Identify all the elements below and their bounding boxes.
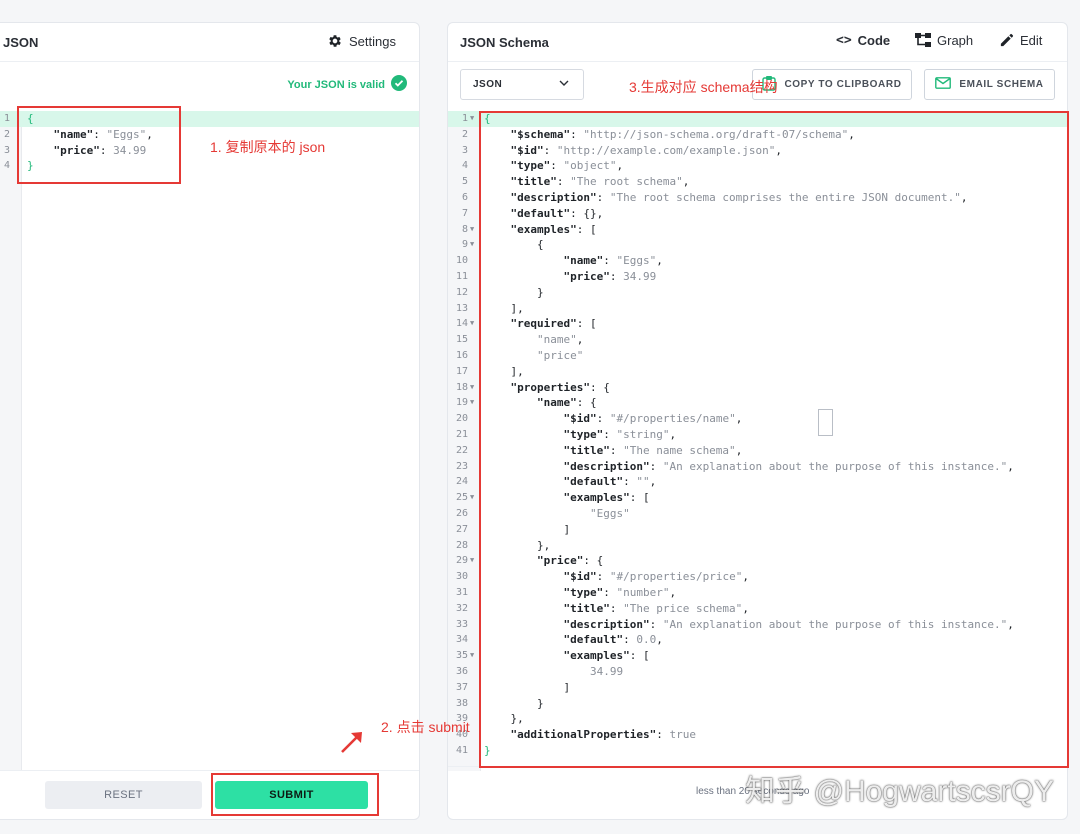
line-number: 23 — [455, 460, 468, 472]
fold-toggle-icon[interactable]: ▼ — [470, 490, 474, 506]
arrow-icon — [341, 732, 362, 753]
copy-button-label: COPY TO CLIPBOARD — [784, 79, 902, 90]
line-number: 4 — [461, 160, 468, 172]
watermark: 知乎 @HogwartscsrQY — [745, 775, 1054, 808]
line-number: 36 — [455, 666, 468, 677]
line-number: 1 — [3, 113, 10, 124]
code-tab-label: Code — [857, 33, 891, 48]
fold-toggle-icon[interactable]: ▼ — [470, 222, 474, 238]
line-number: 21 — [455, 429, 468, 440]
code-brackets-icon: <> — [836, 33, 852, 48]
reset-button[interactable]: RESET — [45, 781, 202, 809]
line-number: 2 — [3, 128, 10, 140]
line-number: 19 — [455, 397, 468, 409]
mail-icon — [935, 77, 952, 92]
line-number: 34 — [455, 634, 468, 646]
line-number: 12 — [455, 286, 468, 298]
submit-highlight-box — [211, 773, 379, 816]
annotation-step2: 2. 点击 submit — [381, 719, 470, 735]
line-number: 3 — [461, 144, 468, 156]
line-number: 24 — [455, 476, 468, 488]
line-number: 3 — [3, 144, 10, 156]
line-number: 38 — [455, 697, 468, 709]
fold-toggle-icon[interactable]: ▼ — [470, 553, 474, 569]
annotation-step1: 1. 复制原本的 json — [210, 139, 326, 155]
email-schema-button[interactable]: EMAIL SCHEMA — [924, 69, 1055, 100]
tree-graph-icon — [915, 33, 931, 48]
code-view-tab[interactable]: <> Code — [836, 33, 890, 48]
settings-button[interactable]: Settings — [327, 33, 396, 49]
line-number: 10 — [455, 255, 468, 267]
validation-text: Your JSON is valid — [287, 78, 385, 91]
line-number: 17 — [455, 365, 468, 377]
line-number: 15 — [455, 334, 468, 346]
line-number: 8 — [461, 223, 468, 235]
line-number: 31 — [455, 587, 468, 598]
line-number: 41 — [455, 745, 468, 756]
line-number: 7 — [461, 207, 468, 219]
line-number: 9 — [461, 239, 468, 251]
email-button-label: EMAIL SCHEMA — [959, 79, 1044, 90]
format-select-value: JSON — [473, 79, 503, 90]
gear-icon — [327, 33, 343, 49]
edit-view-tab[interactable]: Edit — [999, 33, 1042, 48]
fold-toggle-icon[interactable]: ▼ — [470, 648, 474, 664]
line-number: 20 — [455, 413, 468, 425]
line-number: 2 — [461, 128, 468, 140]
line-number: 37 — [455, 681, 468, 693]
line-number: 13 — [455, 302, 468, 314]
check-circle-icon — [391, 75, 407, 94]
pencil-icon — [999, 33, 1014, 48]
line-number: 16 — [455, 350, 468, 361]
chevron-down-icon — [559, 78, 569, 91]
schema-panel-header: JSON Schema <> Code Graph Edit — [448, 23, 1067, 62]
graph-tab-label: Graph — [937, 33, 974, 48]
line-number: 27 — [455, 523, 468, 535]
json-input-editor[interactable]: 1{2 "name": "Eggs", 3 "price": 34.99 4} — [0, 111, 419, 771]
edit-tab-label: Edit — [1020, 33, 1043, 48]
line-number: 32 — [455, 602, 468, 614]
line-number: 18 — [455, 381, 468, 393]
line-number: 25 — [455, 492, 468, 504]
graph-view-tab[interactable]: Graph — [915, 33, 973, 48]
fold-toggle-icon[interactable]: ▼ — [470, 395, 474, 411]
line-number: 1 — [461, 113, 468, 124]
line-number: 11 — [455, 271, 468, 282]
annotation-step3: 3.生成对应 schema结构 — [629, 79, 778, 95]
fold-toggle-icon[interactable]: ▼ — [470, 380, 474, 396]
json-panel-header: JSON Settings — [0, 23, 419, 62]
fold-toggle-icon[interactable]: ▼ — [470, 316, 474, 332]
line-gutter — [0, 111, 22, 771]
line-number: 5 — [461, 176, 468, 188]
line-number: 6 — [461, 192, 468, 203]
input-highlight-box — [17, 106, 181, 184]
schema-panel-title: JSON Schema — [460, 35, 549, 50]
line-number: 22 — [455, 444, 468, 456]
fold-toggle-icon[interactable]: ▼ — [470, 237, 474, 253]
line-number: 33 — [455, 618, 468, 630]
format-select[interactable]: JSON — [460, 69, 584, 100]
line-number: 30 — [455, 571, 468, 583]
line-number: 35 — [455, 650, 468, 662]
line-number: 29 — [455, 555, 468, 567]
schema-highlight-box — [479, 111, 1069, 768]
settings-label: Settings — [349, 33, 396, 49]
line-number: 4 — [3, 160, 10, 172]
line-number: 28 — [455, 539, 468, 551]
line-number: 14 — [455, 318, 468, 330]
line-number: 26 — [455, 508, 468, 519]
json-panel-title: JSON — [3, 35, 39, 50]
validation-status: Your JSON is valid — [287, 75, 407, 94]
fold-toggle-icon[interactable]: ▼ — [470, 111, 474, 127]
